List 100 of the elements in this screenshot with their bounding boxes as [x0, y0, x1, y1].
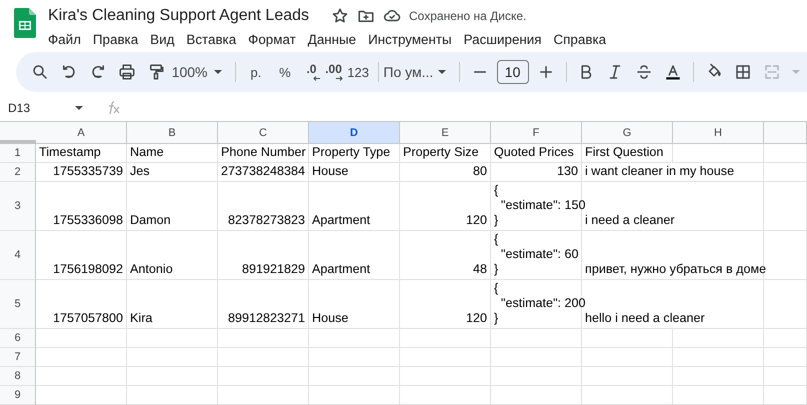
empty-cell[interactable]	[673, 329, 764, 348]
row-header[interactable]: 8	[0, 367, 36, 386]
format-button[interactable]: 123	[344, 58, 372, 86]
row-header[interactable]: 2	[0, 163, 36, 182]
table-cell[interactable]: 120	[400, 182, 491, 231]
text-color-icon[interactable]	[664, 63, 682, 81]
menu-item[interactable]: Расширения	[458, 30, 548, 49]
row-header[interactable]: 9	[0, 386, 36, 405]
table-cell[interactable]: 48	[400, 231, 491, 280]
font-size-field[interactable]: 10	[496, 60, 529, 84]
empty-cell[interactable]	[218, 348, 309, 367]
empty-cell[interactable]	[127, 348, 218, 367]
table-cell[interactable]: Kira	[127, 280, 218, 329]
format-button[interactable]: %	[270, 58, 299, 86]
table-cell[interactable]: { "estimate": 60 }	[491, 231, 582, 280]
empty-cell[interactable]	[673, 348, 764, 367]
row-header[interactable]: 1	[0, 144, 36, 163]
empty-cell[interactable]	[218, 329, 309, 348]
print-icon[interactable]	[118, 63, 136, 81]
borders-icon[interactable]	[734, 63, 752, 81]
empty-cell[interactable]	[764, 144, 807, 163]
row-header[interactable]: 6	[0, 329, 36, 348]
empty-cell[interactable]	[764, 329, 807, 348]
table-cell[interactable]: House	[309, 163, 400, 182]
table-cell[interactable]: Name	[127, 144, 218, 163]
table-cell[interactable]: 89912823271	[218, 280, 309, 329]
table-cell[interactable]: Phone Number	[218, 144, 309, 163]
empty-cell[interactable]	[309, 348, 400, 367]
search-icon[interactable]	[31, 63, 49, 81]
empty-cell[interactable]	[764, 163, 807, 182]
table-cell[interactable]: Property Type	[309, 144, 400, 163]
column-header[interactable]: F	[491, 122, 582, 144]
table-cell[interactable]: House	[309, 280, 400, 329]
menu-item[interactable]: Справка	[548, 30, 612, 49]
menu-item[interactable]: Данные	[302, 30, 362, 49]
table-cell[interactable]: 80	[400, 163, 491, 182]
document-title[interactable]: Kira's Cleaning Support Agent Leads	[48, 7, 310, 25]
column-header[interactable]: C	[218, 122, 309, 144]
table-cell[interactable]: Antonio	[127, 231, 218, 280]
menu-item[interactable]: Файл	[42, 30, 87, 49]
table-cell[interactable]: Apartment	[309, 182, 400, 231]
empty-cell[interactable]	[582, 329, 673, 348]
empty-cell[interactable]	[218, 386, 309, 405]
menu-item[interactable]: Инструменты	[362, 30, 458, 49]
empty-cell[interactable]	[491, 329, 582, 348]
row-header[interactable]: 4	[0, 231, 36, 280]
paint-format-icon[interactable]	[147, 63, 165, 81]
row-header[interactable]: 3	[0, 182, 36, 231]
name-box[interactable]: D13	[8, 101, 84, 115]
empty-cell[interactable]	[309, 367, 400, 386]
empty-cell[interactable]	[582, 348, 673, 367]
table-cell[interactable]: i want cleaner in my house	[582, 163, 764, 182]
empty-cell[interactable]	[218, 367, 309, 386]
empty-cell[interactable]	[400, 367, 491, 386]
table-cell[interactable]: 1755336098	[36, 182, 127, 231]
table-cell[interactable]: 273738248384	[218, 163, 309, 182]
menu-item[interactable]: Формат	[242, 30, 302, 49]
empty-cell[interactable]	[491, 386, 582, 405]
empty-cell[interactable]	[764, 367, 807, 386]
format-button[interactable]: р.	[242, 58, 270, 86]
strikethrough-icon[interactable]	[635, 63, 654, 81]
menu-item[interactable]: Вид	[144, 30, 180, 49]
star-icon[interactable]	[331, 7, 350, 25]
empty-cell[interactable]	[127, 367, 218, 386]
increase-decimal-button[interactable]: .00	[323, 62, 342, 82]
empty-cell[interactable]	[400, 329, 491, 348]
empty-cell[interactable]	[764, 348, 807, 367]
table-cell[interactable]: 891921829	[218, 231, 309, 280]
empty-cell[interactable]	[127, 329, 218, 348]
empty-cell[interactable]	[673, 386, 764, 405]
dropdown[interactable]: По ум...	[384, 58, 432, 86]
table-cell[interactable]: Quoted Prices	[491, 144, 582, 163]
column-header[interactable]: B	[127, 122, 218, 144]
empty-cell[interactable]	[582, 386, 673, 405]
column-header[interactable]: H	[673, 122, 764, 144]
column-header[interactable]: G	[582, 122, 673, 144]
table-cell[interactable]: 1757057800	[36, 280, 127, 329]
table-cell[interactable]: First Question	[582, 144, 673, 163]
column-header[interactable]: A	[36, 122, 127, 144]
empty-cell[interactable]	[127, 386, 218, 405]
column-header[interactable]: E	[400, 122, 491, 144]
empty-cell[interactable]	[309, 329, 400, 348]
empty-cell[interactable]	[764, 182, 807, 231]
empty-cell[interactable]	[764, 386, 807, 405]
empty-cell[interactable]	[491, 348, 582, 367]
table-cell[interactable]: Damon	[127, 182, 218, 231]
dropdown[interactable]: 100%	[171, 58, 208, 86]
table-cell[interactable]: Timestamp	[36, 144, 127, 163]
column-header[interactable]: D	[309, 122, 400, 144]
table-cell[interactable]: Property Size	[400, 144, 491, 163]
empty-cell[interactable]	[582, 367, 673, 386]
menu-item[interactable]: Вставка	[180, 30, 242, 49]
table-cell[interactable]: 130	[491, 163, 582, 182]
menu-item[interactable]: Правка	[86, 30, 144, 49]
empty-cell[interactable]	[400, 348, 491, 367]
empty-cell[interactable]	[491, 367, 582, 386]
empty-cell[interactable]	[673, 367, 764, 386]
empty-cell[interactable]	[673, 144, 764, 163]
decrease-decimal-button[interactable]: .0	[304, 62, 316, 82]
empty-cell[interactable]	[400, 386, 491, 405]
